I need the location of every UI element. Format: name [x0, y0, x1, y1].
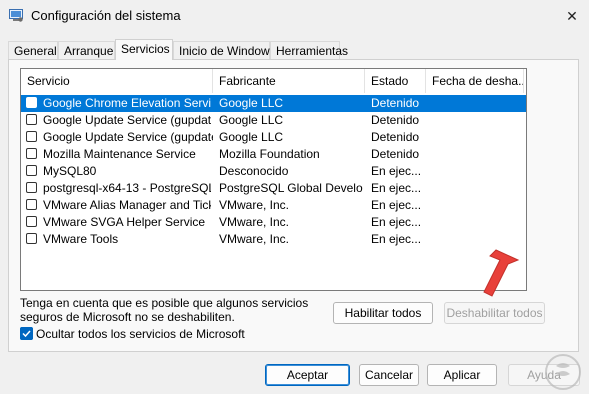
tab-servicios[interactable]: Servicios	[115, 39, 173, 60]
column-header-servicio[interactable]: Servicio	[21, 69, 213, 93]
service-status: Detenido	[371, 113, 420, 127]
service-name: Google Update Service (gupdatem)	[43, 130, 213, 144]
close-button[interactable]: ✕	[561, 6, 583, 26]
service-status: En ejec...	[371, 232, 422, 246]
checkbox-icon[interactable]	[26, 182, 37, 193]
disable-all-button[interactable]: Deshabilitar todos	[444, 302, 545, 324]
title-bar: Configuración del sistema ✕	[0, 0, 589, 33]
tab-herramientas[interactable]: Herramientas	[270, 41, 348, 59]
service-maker: Desconocido	[219, 164, 289, 178]
service-status: Detenido	[371, 96, 420, 110]
service-maker: PostgreSQL Global Develo...	[219, 181, 363, 195]
microsoft-services-note: Tenga en cuenta que es posible que algun…	[20, 296, 309, 324]
table-row[interactable]: Google Update Service (gupdatem) Google …	[21, 129, 526, 146]
tab-inicio-de-windows[interactable]: Inicio de Windows	[173, 41, 276, 59]
checkbox-icon[interactable]	[26, 165, 37, 176]
column-header-fabricante[interactable]: Fabricante	[213, 69, 365, 93]
service-name: MySQL80	[43, 164, 97, 178]
table-row[interactable]: VMware Alias Manager and Ticke... VMware…	[21, 197, 526, 214]
service-maker: Mozilla Foundation	[219, 147, 320, 161]
service-name: Mozilla Maintenance Service	[43, 147, 196, 161]
service-maker: VMware, Inc.	[219, 232, 290, 246]
list-header: Servicio Fabricante Estado Fecha de desh…	[21, 69, 526, 93]
table-row[interactable]: VMware SVGA Helper Service VMware, Inc. …	[21, 214, 526, 231]
close-icon: ✕	[566, 8, 578, 24]
service-maker: Google LLC	[219, 113, 284, 127]
service-name: Google Chrome Elevation Servic...	[43, 96, 211, 110]
service-status: Detenido	[371, 147, 420, 161]
checkbox-icon[interactable]	[26, 233, 37, 244]
service-status: En ejec...	[371, 215, 422, 229]
service-name: VMware SVGA Helper Service	[43, 215, 206, 229]
service-status: En ejec...	[371, 164, 422, 178]
table-row[interactable]: VMware Tools VMware, Inc. En ejec...	[21, 231, 526, 248]
service-status: En ejec...	[371, 181, 422, 195]
checkbox-icon[interactable]	[26, 131, 37, 142]
system-configuration-window: Configuración del sistema ✕ General Arra…	[0, 0, 589, 394]
hide-microsoft-services-label: Ocultar todos los servicios de Microsoft	[36, 327, 245, 341]
service-name: VMware Alias Manager and Ticke...	[43, 198, 211, 212]
window-title: Configuración del sistema	[31, 8, 181, 23]
service-maker: Google LLC	[219, 96, 284, 110]
checkbox-checked-icon[interactable]	[20, 327, 33, 340]
red-arrow-icon	[483, 249, 520, 297]
watermark-logo-icon	[545, 354, 581, 390]
ok-button[interactable]: Aceptar	[265, 364, 350, 386]
service-name: Google Update Service (gupdate)	[43, 113, 211, 127]
service-status: Detenido	[371, 130, 420, 144]
service-name: VMware Tools	[43, 232, 119, 246]
checkbox-icon[interactable]	[26, 216, 37, 227]
checkbox-icon[interactable]	[26, 199, 37, 210]
table-row[interactable]: MySQL80 Desconocido En ejec...	[21, 163, 526, 180]
service-maker: VMware, Inc.	[219, 198, 290, 212]
table-row[interactable]: Google Chrome Elevation Servic... Google…	[21, 95, 526, 112]
service-maker: VMware, Inc.	[219, 215, 290, 229]
service-maker: Google LLC	[219, 130, 284, 144]
service-status: En ejec...	[371, 198, 422, 212]
table-row[interactable]: Google Update Service (gupdate) Google L…	[21, 112, 526, 129]
checkbox-icon[interactable]	[26, 114, 37, 125]
checkbox-icon[interactable]	[26, 148, 37, 159]
column-header-fecha[interactable]: Fecha de desha...	[426, 69, 524, 93]
service-name: postgresql-x64-13 - PostgreSQL...	[43, 181, 211, 195]
table-row[interactable]: Mozilla Maintenance Service Mozilla Foun…	[21, 146, 526, 163]
tab-arranque[interactable]: Arranque	[58, 41, 115, 59]
enable-all-button[interactable]: Habilitar todos	[333, 302, 433, 324]
tab-general[interactable]: General	[8, 41, 58, 59]
services-list[interactable]: Servicio Fabricante Estado Fecha de desh…	[20, 68, 527, 291]
msconfig-app-icon	[9, 9, 23, 22]
table-row[interactable]: postgresql-x64-13 - PostgreSQL... Postgr…	[21, 180, 526, 197]
cancel-button[interactable]: Cancelar	[359, 364, 419, 386]
apply-button[interactable]: Aplicar	[427, 364, 497, 386]
checkbox-icon[interactable]	[26, 97, 37, 108]
column-header-estado[interactable]: Estado	[365, 69, 426, 93]
